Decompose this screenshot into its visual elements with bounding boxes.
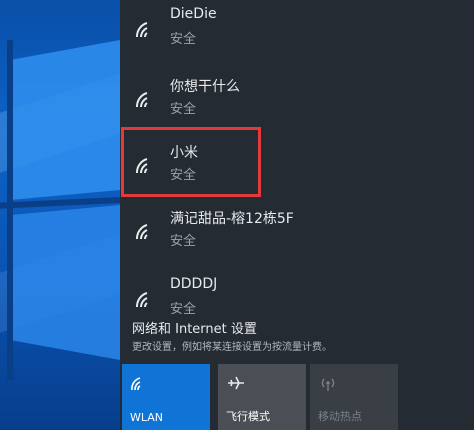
- network-status: 安全: [170, 234, 197, 249]
- wifi-signal-icon: [136, 92, 148, 108]
- tile-label: WLAN: [130, 411, 164, 424]
- network-status: 安全: [170, 102, 197, 117]
- network-item-diedie[interactable]: DieDie 安全: [120, 0, 474, 66]
- tile-label: 飞行模式: [226, 410, 270, 423]
- network-item-nixiangganshenme[interactable]: 你想干什么 安全: [120, 70, 474, 136]
- network-status: 安全: [170, 302, 197, 317]
- airplane-mode-tile[interactable]: 飞行模式: [218, 364, 306, 430]
- hotspot-icon: [321, 378, 335, 391]
- wifi-signal-icon: [136, 158, 148, 174]
- desktop-wallpaper: [0, 0, 120, 430]
- network-settings-description: 更改设置，例如将某连接设置为按流量计费。: [132, 342, 332, 353]
- wifi-signal-icon: [136, 22, 148, 38]
- wifi-icon: [131, 377, 141, 391]
- network-item-xiaomi[interactable]: 小米 安全: [120, 136, 474, 202]
- wlan-toggle-tile[interactable]: WLAN: [122, 364, 210, 430]
- airplane-icon: [228, 376, 244, 390]
- mobile-hotspot-tile[interactable]: 移动热点: [310, 364, 398, 430]
- network-name: 你想干什么: [170, 79, 240, 95]
- network-status: 安全: [170, 168, 197, 183]
- windows-logo-icon: [0, 40, 120, 380]
- wifi-signal-icon: [136, 224, 148, 240]
- network-status: 安全: [170, 32, 197, 47]
- network-settings-link[interactable]: 网络和 Internet 设置: [132, 318, 257, 337]
- network-name: DieDie: [170, 6, 217, 22]
- network-name: 满记甜品-榕12栋5F: [170, 211, 294, 227]
- network-name: 小米: [170, 145, 198, 161]
- tile-label: 移动热点: [318, 410, 362, 423]
- wifi-signal-icon: [136, 292, 148, 308]
- network-name: DDDDJ: [170, 276, 218, 292]
- network-item-manji[interactable]: 满记甜品-榕12栋5F 安全: [120, 202, 474, 268]
